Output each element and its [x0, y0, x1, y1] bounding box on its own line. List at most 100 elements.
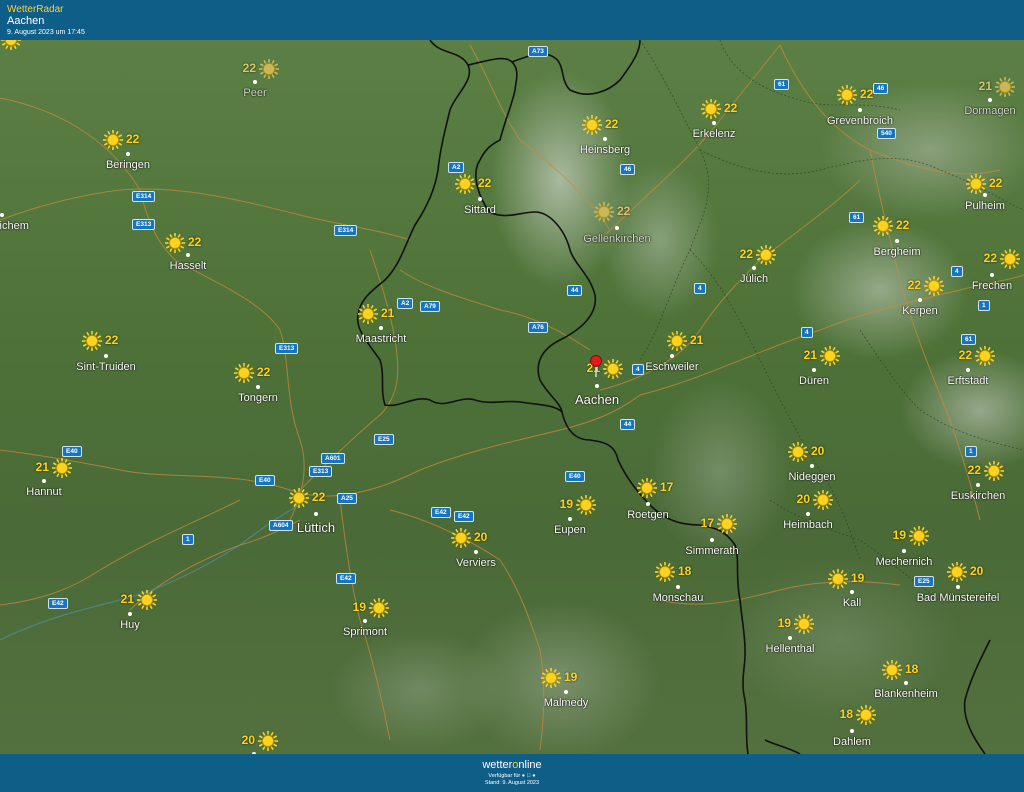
map-lines	[0, 40, 1024, 754]
sun-icon	[924, 276, 944, 296]
road-line	[0, 499, 241, 606]
city-dot	[128, 612, 132, 616]
city-dot	[256, 385, 260, 389]
city-name: vel-Zichem	[0, 220, 29, 232]
road-line	[469, 44, 611, 231]
city-dot	[902, 549, 906, 553]
temperature-value: 22	[312, 490, 326, 504]
road-shield: 540	[877, 128, 896, 139]
city-name: Beringen	[105, 159, 151, 171]
temperature-value: 21	[381, 306, 395, 320]
sun-icon	[82, 331, 102, 351]
app-header: WetterRadar Aachen 9. August 2023 um 17:…	[0, 0, 1024, 40]
road-shield: E40	[565, 471, 585, 482]
city-dot	[314, 512, 318, 516]
city-dot	[850, 729, 854, 733]
temperature-value: 21	[120, 592, 134, 606]
road-shield: 1	[182, 534, 194, 545]
stand-text: Stand: 9. August 2023	[484, 780, 540, 786]
sun-icon	[756, 245, 776, 265]
brand-suffix: nline	[518, 759, 542, 771]
city-dot	[670, 354, 674, 358]
temperature-value: 20	[970, 564, 984, 578]
temperature-value: 19	[892, 528, 906, 542]
temperature-value: 22	[739, 247, 753, 261]
sun-icon	[582, 115, 602, 135]
city-dot	[568, 517, 572, 521]
sun-icon	[856, 705, 876, 725]
city-name: Sittard	[464, 204, 496, 216]
city-dot	[806, 512, 810, 516]
road-shield: 44	[567, 285, 583, 296]
city-dot	[676, 585, 680, 589]
temperature-value: 21	[803, 348, 817, 362]
city-name: Pulheim	[965, 200, 1005, 212]
sun-icon	[966, 174, 986, 194]
city-name: Sprimont	[342, 626, 388, 638]
road-shield: 46	[873, 83, 889, 94]
city-name: Hannut	[26, 486, 62, 498]
temperature-value: 22	[105, 333, 119, 347]
city-dot	[810, 464, 814, 468]
temperature-value: 22	[478, 176, 492, 190]
road-shield: E313	[132, 219, 156, 230]
city-name: Peer	[243, 87, 267, 99]
sun-icon	[259, 59, 279, 79]
sun-icon	[289, 488, 309, 508]
sun-icon	[820, 346, 840, 366]
sun-icon	[701, 99, 721, 119]
road-line	[0, 394, 641, 497]
city-dot	[812, 368, 816, 372]
city-dot	[478, 197, 482, 201]
road-shield: E42	[336, 573, 356, 584]
sun-icon	[103, 130, 123, 150]
city-dot	[104, 354, 108, 358]
city-name: Erftstadt	[947, 375, 989, 387]
city-dot	[976, 483, 980, 487]
weather-map[interactable]: 22 Peer 22 Beringen 22 Heinsberg 22 Erkelenz 22 G…	[0, 40, 1024, 754]
road-shield: E313	[309, 466, 333, 477]
brand-logo[interactable]: wetteronline	[0, 754, 1024, 772]
platform-icons: ●  ●	[522, 773, 536, 779]
road-shield: 4	[694, 283, 706, 294]
city-dot	[895, 239, 899, 243]
availability-text: Verfügbar für ●  ●	[0, 772, 1024, 780]
city-name: Dahlem	[833, 736, 871, 748]
sun-icon	[165, 233, 185, 253]
city-name: Kerpen	[902, 305, 938, 317]
temperature-value: 20	[241, 733, 255, 747]
temperature-value: 22	[257, 365, 271, 379]
city-name: Erkelenz	[692, 128, 736, 140]
road-shield: 61	[849, 212, 865, 223]
city-name: Heinsberg	[579, 144, 631, 156]
sun-icon	[984, 461, 1004, 481]
location-pin-icon[interactable]	[589, 354, 603, 378]
road-shield: E25	[374, 434, 394, 445]
road-shield: A2	[448, 162, 465, 173]
road-shield: E42	[48, 598, 68, 609]
city-name: Hellenthal	[765, 643, 815, 655]
temperature-value: 22	[605, 117, 619, 131]
sun-icon	[882, 660, 902, 680]
temperature-value: 19	[851, 571, 865, 585]
sun-icon	[909, 526, 929, 546]
sun-icon	[828, 569, 848, 589]
sun-icon	[603, 359, 623, 379]
road-shield: 1	[965, 446, 977, 457]
city-dot	[966, 368, 970, 372]
sun-icon	[1000, 249, 1020, 269]
road-shield: A25	[337, 493, 357, 504]
city-name: Monschau	[652, 592, 704, 604]
timestamp: 9. August 2023 um 17:45	[7, 29, 85, 36]
city-dot	[918, 298, 922, 302]
road-shield: 46	[620, 164, 636, 175]
temperature-value: 19	[777, 616, 791, 630]
temperature-value: 17	[660, 480, 674, 494]
temperature-value: 20	[474, 530, 488, 544]
sun-icon	[837, 85, 857, 105]
sun-icon	[995, 77, 1015, 97]
app-name: WetterRadar	[7, 4, 64, 15]
temperature-value: 22	[896, 218, 910, 232]
temperature-value: 18	[678, 564, 692, 578]
sun-icon	[52, 458, 72, 478]
